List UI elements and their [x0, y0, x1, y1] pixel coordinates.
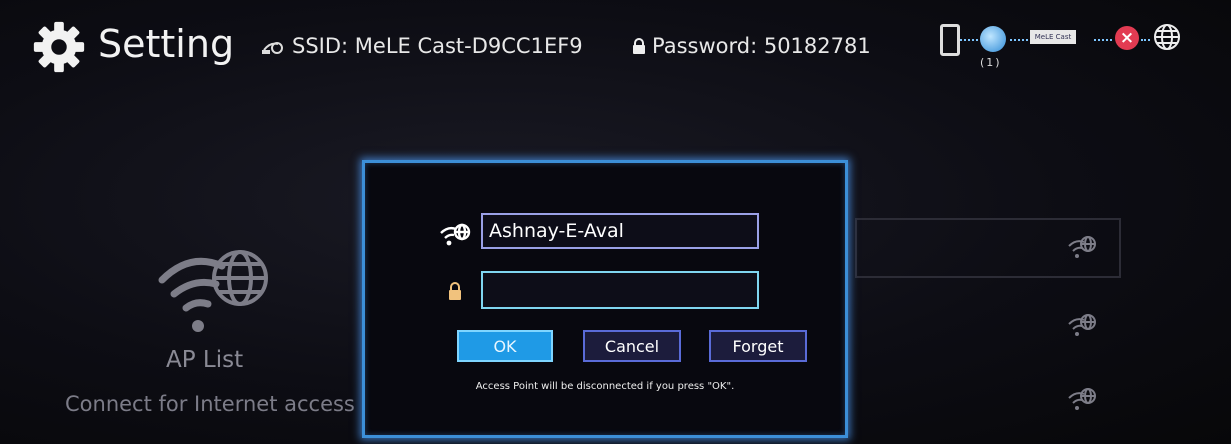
- ap-list-description: Connect for Internet access: [65, 392, 355, 416]
- disconnected-icon: ×: [1115, 26, 1139, 50]
- ap-list-label[interactable]: AP List: [166, 347, 243, 373]
- lock-icon: [633, 38, 645, 54]
- phone-icon: [940, 24, 960, 56]
- wifi-broadcast-icon: [262, 42, 283, 54]
- wifi-globe-icon: [1068, 236, 1096, 258]
- page-title: Setting: [98, 22, 235, 66]
- ok-button[interactable]: OK: [457, 330, 553, 362]
- ap-list-wifi-globe-icon: [158, 250, 268, 332]
- password-input[interactable]: [481, 271, 759, 309]
- ssid-input[interactable]: [481, 213, 759, 249]
- ssid-info: SSID: MeLE Cast-D9CC1EF9: [260, 34, 583, 58]
- wifi-connect-dialog: OK Cancel Forget Access Point will be di…: [362, 160, 848, 438]
- password-info: Password: 50182781: [632, 34, 871, 58]
- globe-icon: [1154, 24, 1180, 50]
- lock-icon: [449, 282, 461, 300]
- wifi-globe-icon: [440, 223, 471, 246]
- mirror-device-icon: [980, 26, 1006, 52]
- link-dots: [1094, 39, 1112, 41]
- wifi-globe-icon: [1068, 314, 1096, 336]
- ssid-text: SSID: MeLE Cast-D9CC1EF9: [292, 34, 583, 58]
- screen-background: Setting SSID: MeLE Cast-D9CC1EF9 Passwor…: [0, 0, 1231, 444]
- top-bar: Setting SSID: MeLE Cast-D9CC1EF9 Passwor…: [0, 0, 1231, 90]
- cancel-button[interactable]: Cancel: [583, 330, 681, 362]
- wifi-globe-icon: [1068, 388, 1096, 410]
- link-dots: [960, 39, 978, 41]
- dongle-icon: MeLE Cast: [1030, 30, 1076, 44]
- password-text: Password: 50182781: [652, 34, 871, 58]
- gear-icon: [33, 21, 85, 73]
- disconnect-warning: Access Point will be disconnected if you…: [475, 381, 735, 392]
- link-dots: [1141, 39, 1150, 41]
- forget-button[interactable]: Forget: [709, 330, 807, 362]
- connected-count: (1): [980, 56, 1002, 69]
- link-dots: [1010, 39, 1028, 41]
